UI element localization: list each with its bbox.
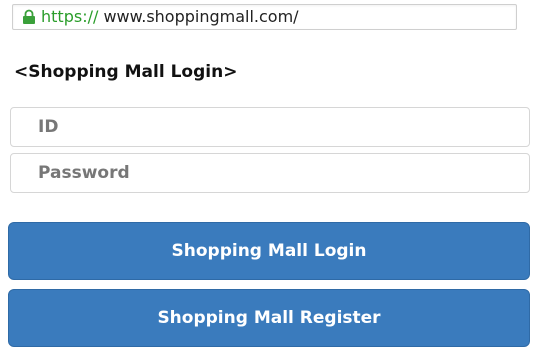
login-button[interactable]: Shopping Mall Login bbox=[8, 222, 530, 280]
address-bar[interactable]: https:// www.shoppingmall.com/ bbox=[12, 4, 517, 30]
login-page: https:// www.shoppingmall.com/ <Shopping… bbox=[0, 0, 533, 349]
url-separator: :// bbox=[82, 7, 99, 26]
url-host: www.shoppingmall.com/ bbox=[98, 7, 299, 26]
register-button[interactable]: Shopping Mall Register bbox=[8, 289, 530, 347]
page-title: <Shopping Mall Login> bbox=[14, 62, 238, 82]
password-input[interactable] bbox=[36, 162, 510, 184]
url-scheme: https bbox=[41, 7, 83, 26]
lock-icon bbox=[19, 7, 39, 27]
password-field[interactable] bbox=[10, 153, 530, 193]
id-input[interactable] bbox=[36, 116, 510, 138]
id-field[interactable] bbox=[10, 107, 530, 147]
url-text: https:// www.shoppingmall.com/ bbox=[41, 5, 299, 29]
